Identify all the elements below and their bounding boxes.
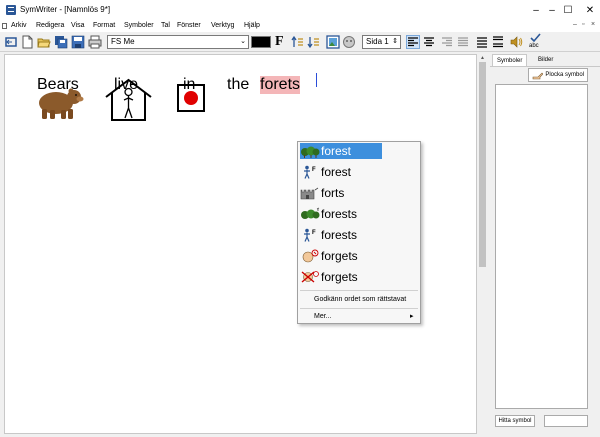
suggestion-label: forgets: [321, 249, 358, 263]
justify-icon[interactable]: [456, 35, 470, 49]
menu-visa[interactable]: Visa: [71, 22, 85, 29]
foresters-person-icon: F: [304, 228, 316, 242]
spellcheck-popup: forest F forest forts forests F forests …: [297, 141, 421, 324]
symbol-face-icon[interactable]: [342, 35, 356, 49]
mdi-minimize-button[interactable]: –: [573, 21, 577, 28]
menu-symboler[interactable]: Symboler: [124, 22, 154, 29]
line-spacing-icon[interactable]: [475, 35, 489, 49]
menu-bar: Arkiv Redigera Visa Format Symboler Tal …: [0, 20, 600, 32]
svg-text:F: F: [312, 230, 316, 236]
fort-castle-icon: [300, 187, 319, 200]
svg-text:F: F: [312, 167, 316, 173]
save-icon[interactable]: [71, 35, 85, 49]
pick-symbol-button[interactable]: Plocka symbol: [528, 68, 588, 82]
menu-arkiv[interactable]: Arkiv: [11, 22, 27, 29]
suggestion-forts[interactable]: forts: [300, 185, 382, 201]
suggestion-forests-1[interactable]: forests: [300, 206, 382, 222]
suggestion-label: forest: [321, 144, 352, 158]
forester-person-icon: F: [304, 165, 316, 179]
speaker-icon[interactable]: [509, 35, 523, 49]
chevron-down-icon: ⌄: [240, 38, 246, 45]
word-in[interactable]: in: [183, 76, 195, 94]
symbols-panel: Symboler Bilder Plocka symbol Hitta symb…: [490, 52, 600, 437]
toolbar: FS Me ⌄ F Sida 1 ⇕ abc: [0, 32, 600, 52]
suggestion-forest-2[interactable]: F forest: [300, 164, 382, 180]
suggestion-forgets-1[interactable]: forgets: [300, 248, 382, 264]
font-name-dropdown[interactable]: FS Me ⌄: [107, 35, 249, 49]
new-document-icon[interactable]: [20, 35, 34, 49]
tab-symboler[interactable]: Symboler: [492, 54, 528, 66]
spellcheck-label: abc: [529, 43, 539, 49]
editor-vertical-scrollbar[interactable]: ▲: [478, 54, 487, 434]
suggestion-forests-2[interactable]: F forests: [300, 227, 382, 243]
submenu-arrow-icon: ▸: [410, 313, 414, 320]
find-symbol-button[interactable]: Hitta symbol: [495, 415, 535, 427]
suggestion-label: forests: [321, 228, 358, 242]
bold-font-icon[interactable]: F: [275, 34, 284, 50]
forest-trees-icon: [301, 146, 320, 158]
exit-icon[interactable]: [4, 35, 18, 49]
find-symbol-input[interactable]: [544, 415, 588, 427]
symwriter-app-icon: [6, 5, 16, 15]
tab-bilder[interactable]: Bilder: [534, 54, 557, 66]
open-folder-icon[interactable]: [37, 35, 51, 49]
symbol-list[interactable]: [495, 84, 588, 409]
misspelled-word-forets[interactable]: forets: [260, 76, 301, 94]
spellcheck-tick-icon[interactable]: [527, 33, 543, 43]
document-icon: [2, 23, 7, 29]
increase-font-size-icon[interactable]: [290, 35, 304, 49]
window-title: SymWriter - [Namnlös 9*]: [20, 5, 111, 14]
save-all-icon[interactable]: [54, 35, 68, 49]
picture-mode-icon[interactable]: [326, 35, 340, 49]
window-minimize-button[interactable]: –: [520, 0, 552, 20]
scrollbar-thumb[interactable]: [479, 62, 486, 267]
pointing-hand-icon: [532, 72, 543, 80]
page-selector-value: Sida 1: [366, 37, 389, 46]
scroll-up-icon[interactable]: ▲: [480, 55, 485, 61]
word-live[interactable]: live: [114, 76, 138, 94]
title-bar: SymWriter - [Namnlös 9*] –: [0, 0, 600, 20]
menu-format[interactable]: Format: [93, 22, 115, 29]
align-center-icon[interactable]: [422, 35, 436, 49]
mdi-close-button[interactable]: ×: [591, 21, 595, 28]
text-caret: [316, 73, 317, 87]
suggestion-label: forgets: [321, 270, 358, 284]
suggestion-label: forests: [321, 207, 358, 221]
spinner-arrows-icon: ⇕: [392, 38, 398, 45]
mdi-restore-button[interactable]: ▫: [582, 21, 584, 28]
forget-head-icon: [302, 249, 319, 263]
menu-tal[interactable]: Tal: [161, 22, 170, 29]
forget-crossed-icon: [301, 271, 319, 283]
print-icon[interactable]: [88, 35, 102, 49]
word-bears[interactable]: Bears: [37, 76, 79, 94]
window-close-button[interactable]: ✕: [580, 0, 600, 20]
page-selector[interactable]: Sida 1 ⇕: [362, 35, 401, 49]
font-name-value: FS Me: [111, 37, 135, 46]
popup-divider: [300, 308, 418, 309]
suggestion-forest-1[interactable]: forest: [300, 143, 382, 159]
more-menu-item[interactable]: Mer...: [314, 313, 332, 320]
pick-symbol-label: Plocka symbol: [545, 72, 584, 78]
suggestion-forgets-2[interactable]: forgets: [300, 269, 382, 285]
suggestion-label: forest: [321, 165, 352, 179]
word-the[interactable]: the: [227, 76, 249, 94]
accept-as-correct-item[interactable]: Godkänn ordet som rättstavat: [314, 296, 406, 303]
forests-trees-icon: [301, 207, 320, 219]
align-right-icon[interactable]: [440, 35, 454, 49]
menu-fonster[interactable]: Fönster: [177, 22, 201, 29]
decrease-font-size-icon[interactable]: [306, 35, 320, 49]
menu-redigera[interactable]: Redigera: [36, 22, 64, 29]
menu-verktyg[interactable]: Verktyg: [211, 22, 234, 29]
align-left-icon[interactable]: [406, 35, 420, 49]
menu-hjalp[interactable]: Hjälp: [244, 22, 260, 29]
tab-divider: [490, 66, 600, 67]
popup-divider: [300, 290, 418, 291]
text-color-swatch[interactable]: [251, 36, 271, 48]
paragraph-spacing-icon[interactable]: [491, 35, 505, 49]
suggestion-label: forts: [321, 186, 345, 200]
